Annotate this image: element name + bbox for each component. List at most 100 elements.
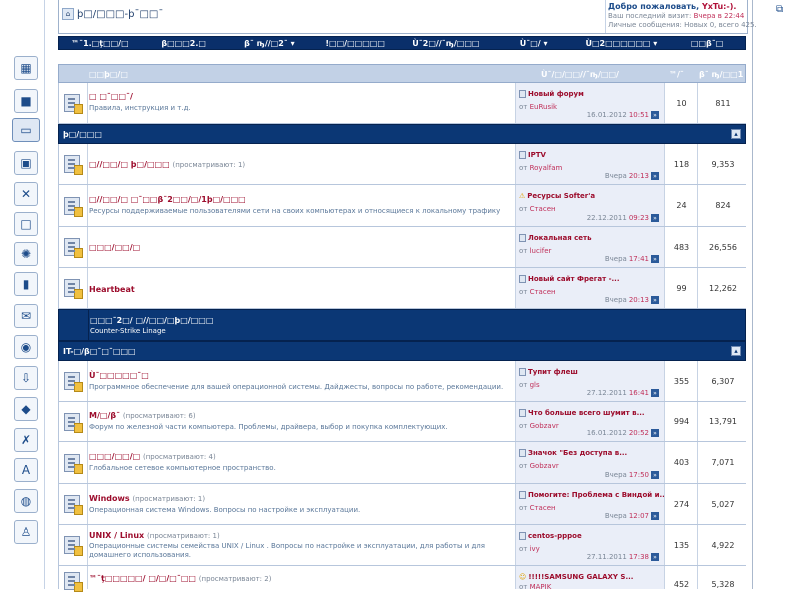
window-restore-icon[interactable]: ⧉ — [776, 4, 783, 15]
film-reel-icon[interactable]: ✺ — [14, 242, 38, 266]
last-post-author: от Стасен — [519, 205, 556, 213]
welcome-prefix: Добро пожаловать, — [608, 2, 700, 11]
nav-item-4[interactable]: !□□/□□□□□ — [312, 39, 398, 48]
messages-label[interactable]: Личные сообщения: — [608, 21, 682, 29]
last-post: IPTV от Royalfam Вчера 20:13» — [515, 144, 665, 184]
page-right-border — [752, 0, 753, 589]
satellite-icon[interactable]: ✕ — [14, 182, 38, 206]
site-logo[interactable]: ⌂ þ□/□□□-þ¯□□¯ — [62, 8, 163, 20]
forum-row: □ □¯□□¯/ Правила, инструкция и т.д. Новы… — [58, 83, 748, 124]
go-to-last-post-icon[interactable]: » — [651, 471, 659, 479]
column-topics: ™/¯ — [669, 70, 684, 79]
site-header: ⌂ þ□/□□□-þ¯□□¯ Добро пожаловать, YxTu:-)… — [58, 0, 757, 34]
forum-row: □□□/□□/□ Локальная сеть от lucifer Вчера… — [58, 227, 748, 268]
last-post-author: от Gobzavr — [519, 462, 559, 470]
nav-item-7[interactable]: Ù□2□□□□□□ ▾ — [574, 39, 670, 48]
tv-icon[interactable]: ▣ — [14, 151, 38, 175]
category-header[interactable]: þ□/□□□ ▴ — [58, 124, 746, 144]
forum-row: Ù¯□□□□□¯□ Программное обеспечение для ва… — [58, 361, 748, 402]
go-to-last-post-icon[interactable]: » — [651, 429, 659, 437]
forum-title-link[interactable]: □ □¯□□¯/ — [89, 92, 133, 101]
last-post-title[interactable]: Что больше всего шумит в... — [519, 409, 645, 417]
forum-title-link[interactable]: UNIX / Linux (просматривают: 1) — [89, 531, 220, 540]
monitor-icon[interactable]: ▭ — [12, 118, 40, 142]
collapse-icon[interactable]: ▴ — [731, 129, 741, 139]
forum-description: Правила, инструкция и т.д. — [89, 104, 191, 112]
forum-title-link[interactable]: Ù¯□□□□□¯□ — [89, 371, 149, 380]
forum-title-link[interactable]: Windows (просматривают: 1) — [89, 494, 205, 503]
last-post-author: от Gobzavr — [519, 422, 559, 430]
username-link[interactable]: YxTu:-). — [702, 2, 736, 11]
post-icon — [519, 409, 526, 417]
column-last-post: Ù¯/□/□□//¯ҧ/□□/ — [541, 70, 619, 79]
location-pin-icon[interactable]: ◍ — [14, 489, 38, 513]
forum-title-link[interactable]: □//□□/□ □¯□□β¯2□□/□/1þ□/□□□ — [89, 195, 246, 204]
topics-count: 994 — [664, 402, 698, 441]
forum-read-icon — [64, 372, 83, 392]
camera-icon[interactable]: ■ — [14, 89, 38, 113]
nav-item-3[interactable]: β¯ ҧ//□2¯ ▾ — [227, 39, 313, 48]
last-post: Значок "Без доступа в... от Gobzavr Вчер… — [515, 442, 665, 483]
go-to-last-post-icon[interactable]: » — [651, 512, 659, 520]
category-header[interactable]: IT-□/β□¯□¯□□□ ▴ — [58, 341, 746, 361]
nav-item-5[interactable]: Ù¯2□//¯ҧ/□□□ — [398, 39, 494, 48]
last-post-author: от Стасен — [519, 504, 556, 512]
posts-count: 811 — [697, 83, 748, 123]
nav-item-6[interactable]: Ù¯□/ ▾ — [494, 39, 574, 48]
category-title[interactable]: □□□¯2□/ □//□□/□þ□/□□□ — [90, 316, 213, 325]
forum-title-link[interactable]: M/□/β¯ (просматривают: 6) — [89, 411, 196, 420]
last-post-title[interactable]: centos-pppoe — [519, 532, 582, 540]
nav-item-8[interactable]: □□β¯□ — [669, 39, 745, 48]
last-post-title[interactable]: Новый форум — [519, 90, 584, 98]
go-to-last-post-icon[interactable]: » — [651, 389, 659, 397]
forum-description: Ресурсы поддерживаемые пользователями се… — [89, 207, 501, 215]
posts-count: 4,922 — [697, 525, 748, 565]
post-icon — [519, 90, 526, 98]
go-to-last-post-icon[interactable]: » — [651, 172, 659, 180]
last-post: Новый форум от EuRusik 16.01.2012 10:51» — [515, 83, 665, 123]
collapse-icon[interactable]: ▴ — [731, 346, 741, 356]
forum-title-link[interactable]: □□□/□□/□ — [89, 243, 140, 252]
screen-icon[interactable]: □ — [14, 212, 38, 236]
forum-row: □//□□/□ □¯□□β¯2□□/□/1þ□/□□□ Ресурсы подд… — [58, 185, 748, 227]
figure-icon[interactable]: ♙ — [14, 520, 38, 544]
last-post-title[interactable]: Тупит флеш — [519, 368, 578, 376]
download-icon[interactable]: ⇩ — [14, 366, 38, 390]
go-to-last-post-icon[interactable]: » — [651, 553, 659, 561]
diamond-icon[interactable]: ◆ — [14, 397, 38, 421]
go-to-last-post-icon[interactable]: » — [651, 111, 659, 119]
forum-row: Windows (просматривают: 1) Операционная … — [58, 484, 748, 525]
last-post-title[interactable]: ☺ !!!!!SAMSUNG GALAXY S... — [519, 573, 633, 581]
nav-item-2[interactable]: β□□□2.□ — [141, 39, 227, 48]
go-to-last-post-icon[interactable]: » — [651, 214, 659, 222]
last-post-title[interactable]: IPTV — [519, 151, 546, 159]
last-post-title[interactable]: Значок "Без доступа в... — [519, 449, 627, 457]
category-title[interactable]: IT-□/β□¯□¯□□□ — [63, 347, 136, 356]
text-tool-icon[interactable]: A — [14, 458, 38, 482]
photo-camera-icon[interactable]: ◉ — [14, 335, 38, 359]
forum-read-icon — [64, 155, 83, 175]
runner-icon[interactable]: ✗ — [14, 428, 38, 452]
category-title[interactable]: þ□/□□□ — [63, 130, 102, 139]
go-to-last-post-icon[interactable]: » — [651, 296, 659, 304]
last-post-date: Вчера 12:07» — [605, 512, 659, 520]
chat-bubble-icon[interactable]: ✉ — [14, 304, 38, 328]
last-post-title[interactable]: Новый сайт Фрегат -... — [519, 275, 620, 283]
category-link-row[interactable]: □□□¯2□/ □//□□/□þ□/□□□ Counter-Strike Lin… — [58, 309, 746, 341]
forum-title-link[interactable]: □//□□/□ þ□/□□□ (просматривают: 1) — [89, 160, 245, 169]
nav-item-1[interactable]: ™¯1.□ţ□□/□ — [59, 39, 141, 48]
last-post-date: Вчера 17:50» — [605, 471, 659, 479]
forum-title-link[interactable]: Heartbeat — [89, 285, 135, 294]
last-post-title[interactable]: Помогите: Проблема с Виндой и... — [519, 491, 667, 499]
last-post-author: от Стасен — [519, 288, 556, 296]
go-to-last-post-icon[interactable]: » — [651, 255, 659, 263]
last-post-title[interactable]: Локальная сеть — [519, 234, 592, 242]
flag-icon[interactable]: ▮ — [14, 272, 38, 296]
forum-title-link[interactable]: ™¯ţ□□□□□/ □/□/□¯□□ (просматривают: 2) — [89, 574, 271, 583]
grid-icon[interactable]: ▦ — [14, 56, 38, 80]
forum-row: □//□□/□ þ□/□□□ (просматривают: 1) IPTV о… — [58, 144, 748, 185]
last-post-author: от MAPIK — [519, 583, 552, 591]
last-post-title[interactable]: ⚠ Ресурсы Softer'a — [519, 192, 595, 200]
posts-count: 7,071 — [697, 442, 748, 483]
forum-title-link[interactable]: □□□/□□/□ (просматривают: 4) — [89, 452, 216, 461]
